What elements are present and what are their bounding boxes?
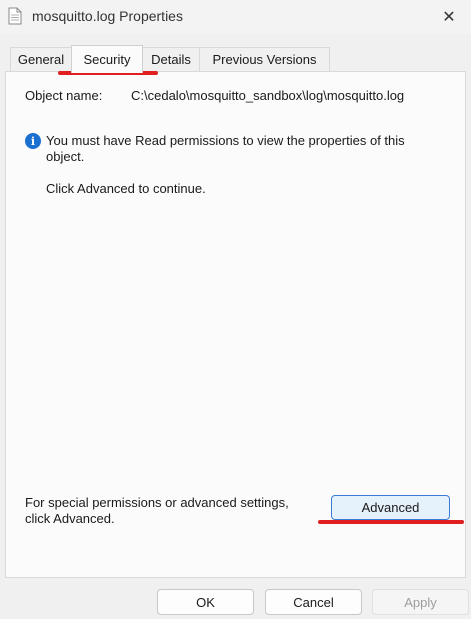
title-bar: mosquitto.log Properties ✕ [0, 0, 471, 34]
tab-security[interactable]: Security [71, 45, 143, 73]
window-title: mosquitto.log Properties [32, 8, 183, 24]
tab-details[interactable]: Details [142, 47, 200, 71]
continue-message: Click Advanced to continue. [46, 181, 206, 196]
close-icon: ✕ [442, 9, 456, 26]
cancel-button[interactable]: Cancel [265, 589, 362, 615]
object-name-value: C:\cedalo\mosquitto_sandbox\log\mosquitt… [131, 88, 405, 103]
tab-general[interactable]: General [10, 47, 72, 71]
annotation-underline-advanced-button [318, 520, 464, 524]
info-message: You must have Read permissions to view t… [46, 133, 405, 164]
info-icon: i [25, 133, 41, 149]
apply-button[interactable]: Apply [372, 589, 469, 615]
document-icon [8, 7, 22, 25]
tab-previous-versions[interactable]: Previous Versions [199, 47, 330, 71]
object-name-label: Object name: [25, 88, 103, 103]
special-permissions-text: For special permissions or advanced sett… [25, 495, 289, 526]
info-icon-glyph: i [30, 134, 36, 148]
advanced-button[interactable]: Advanced [331, 495, 450, 520]
close-button[interactable]: ✕ [435, 4, 463, 30]
ok-button[interactable]: OK [157, 589, 254, 615]
